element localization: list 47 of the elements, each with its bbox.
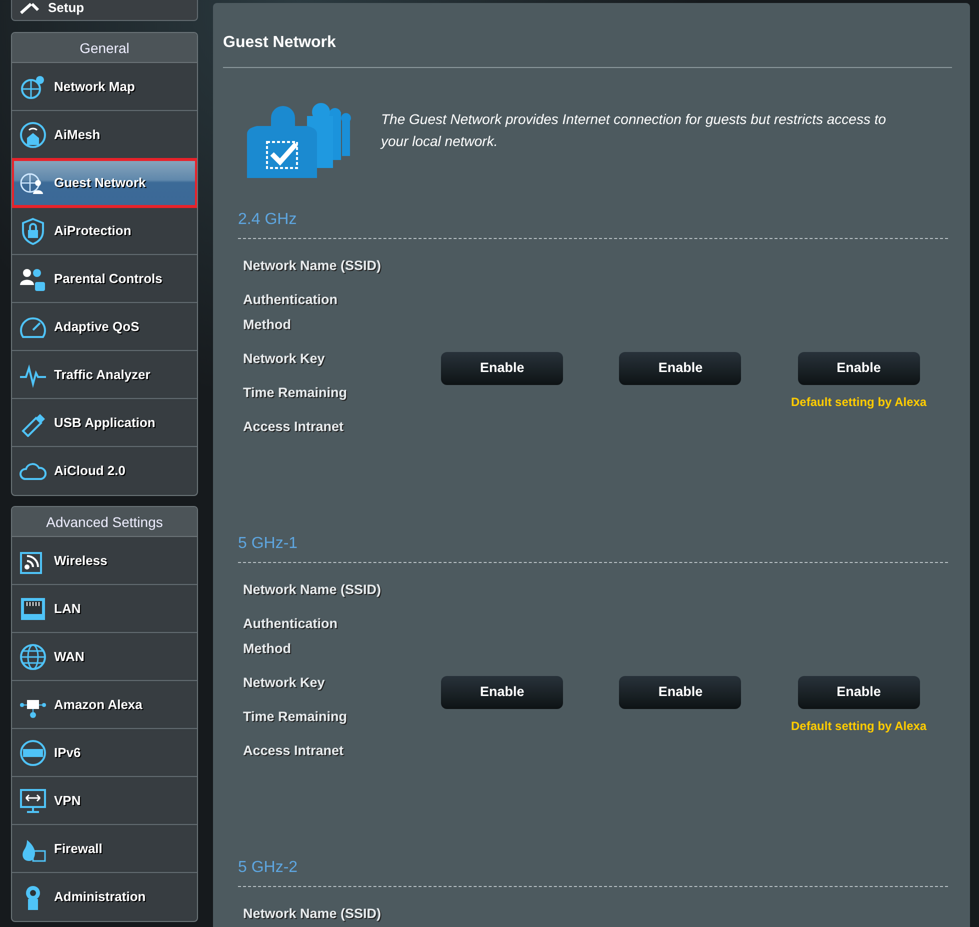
- menu-item[interactable]: Traffic Analyzer: [12, 351, 197, 399]
- menu-item[interactable]: Parental Controls: [12, 255, 197, 303]
- intro-text: The Guest Network provides Internet connection for guests but restricts access to your local network.: [381, 110, 888, 151]
- field-label: Network Key: [243, 350, 326, 368]
- menu-item[interactable]: LAN: [12, 585, 197, 633]
- field-label: Network Name (SSID): [243, 581, 382, 599]
- field-label: Network Key: [243, 674, 326, 692]
- field-label: Authentication Method: [243, 291, 338, 334]
- menu-group-title: General: [12, 33, 197, 63]
- menu-item[interactable]: VPN: [12, 777, 197, 825]
- menu-item[interactable]: AiCloud 2.0: [12, 447, 197, 495]
- page-title: Guest Network: [223, 31, 952, 68]
- menu-item[interactable]: Wireless: [12, 537, 197, 585]
- menu-item[interactable]: Setup: [48, 1, 84, 14]
- menu-item[interactable]: USB Application: [12, 399, 197, 447]
- menu-item[interactable]: Amazon Alexa: [12, 681, 197, 729]
- globe-icon: [19, 642, 47, 670]
- menu-group-title: Advanced Settings: [12, 507, 197, 537]
- band-heading: 5 GHz-1: [238, 532, 948, 563]
- menu-item[interactable]: WAN: [12, 633, 197, 681]
- band-heading: 5 GHz-2: [238, 856, 948, 887]
- monitor-arrows-icon: [19, 786, 47, 814]
- field-label: Network Name (SSID): [243, 257, 382, 275]
- menu-item[interactable]: AiProtection: [12, 207, 197, 255]
- house-signal-icon: [19, 120, 47, 148]
- enable-button[interactable]: Enable: [798, 352, 920, 385]
- enable-button[interactable]: Enable: [441, 676, 564, 709]
- band-heading: 2.4 GHz: [238, 208, 948, 239]
- field-label: Time Remaining: [243, 708, 348, 726]
- enable-button[interactable]: Enable: [441, 352, 564, 385]
- menu-item[interactable]: Administration: [12, 873, 197, 921]
- alexa-note: Default setting by Alexa: [791, 718, 927, 735]
- menu-item[interactable]: IPv6: [12, 729, 197, 777]
- field-label: Access Intranet: [243, 742, 345, 760]
- enable-button[interactable]: Enable: [798, 676, 920, 709]
- field-label: Access Intranet: [243, 418, 345, 436]
- shield-lock-icon: [19, 216, 47, 244]
- menu-item[interactable]: Guest Network: [12, 159, 197, 207]
- field-label: Time Remaining: [243, 384, 348, 402]
- menu-item[interactable]: Firewall: [12, 825, 197, 873]
- field-label: Network Name (SSID): [243, 905, 382, 923]
- enable-button[interactable]: Enable: [619, 352, 742, 385]
- menu-item[interactable]: Adaptive QoS: [12, 303, 197, 351]
- alexa-note: Default setting by Alexa: [791, 394, 927, 411]
- menu-item[interactable]: Network Map: [12, 63, 197, 111]
- field-label: Authentication Method: [243, 615, 338, 658]
- enable-button[interactable]: Enable: [619, 676, 742, 709]
